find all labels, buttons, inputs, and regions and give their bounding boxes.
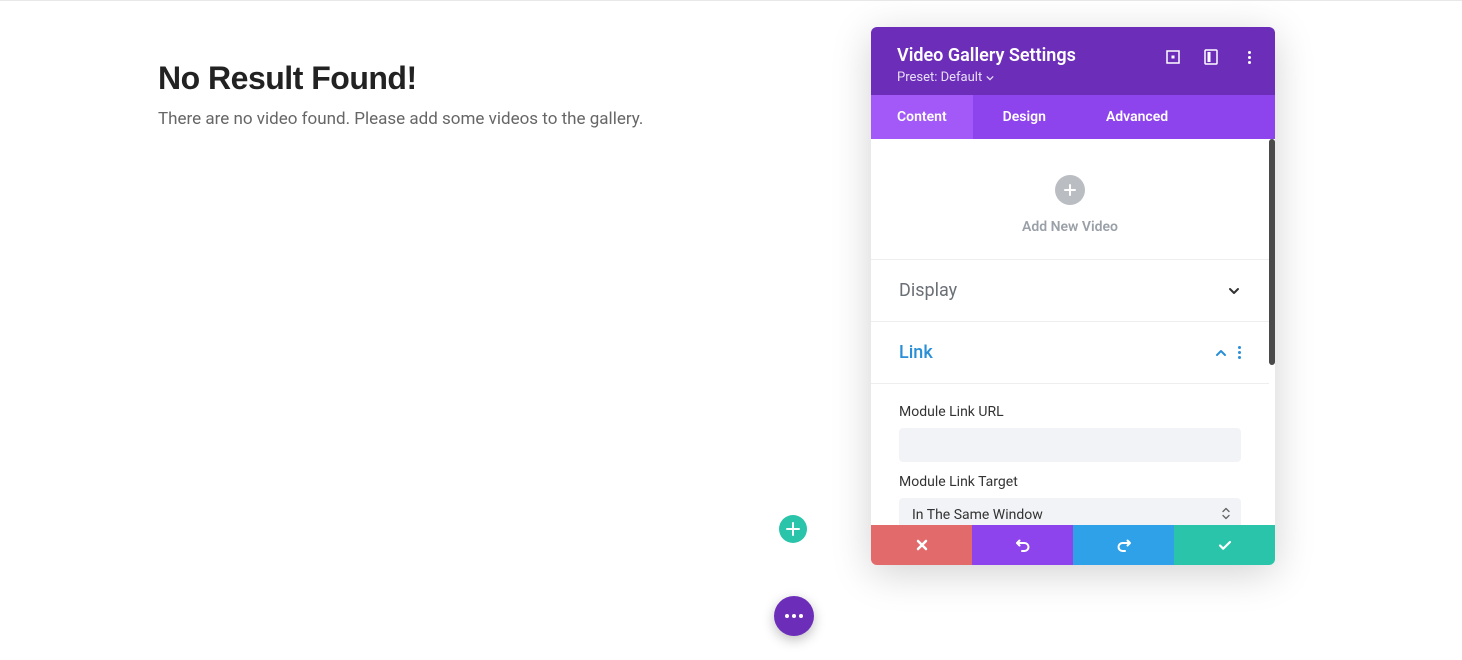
cancel-button[interactable] (871, 525, 972, 565)
preset-dropdown[interactable]: Preset: Default (897, 70, 994, 85)
module-link-target-select[interactable]: In The Same Window (899, 498, 1241, 525)
save-button[interactable] (1174, 525, 1275, 565)
redo-button[interactable] (1073, 525, 1174, 565)
chevron-up-icon (1214, 346, 1228, 360)
module-link-url-label: Module Link URL (899, 404, 1241, 420)
tab-design[interactable]: Design (973, 95, 1076, 139)
section-display-title: Display (899, 280, 957, 301)
module-link-target-label: Module Link Target (899, 474, 1241, 490)
kebab-menu-icon[interactable] (1241, 49, 1257, 65)
panel-footer (871, 525, 1275, 565)
close-icon (915, 538, 929, 552)
section-link-title: Link (899, 342, 933, 363)
page-canvas: No Result Found! There are no video foun… (158, 60, 858, 129)
plus-icon (1063, 183, 1077, 197)
undo-icon (1015, 537, 1031, 553)
chevron-down-icon (1227, 284, 1241, 298)
panel-header: Video Gallery Settings Preset: Default (871, 27, 1275, 95)
section-link-content: Module Link URL Module Link Target In Th… (871, 384, 1269, 525)
responsive-icon[interactable] (1203, 49, 1219, 65)
no-result-title: No Result Found! (158, 60, 858, 97)
no-result-subtitle: There are no video found. Please add som… (158, 109, 858, 129)
tab-advanced[interactable]: Advanced (1076, 95, 1194, 139)
expand-icon[interactable] (1165, 49, 1181, 65)
undo-button[interactable] (972, 525, 1073, 565)
plus-icon (786, 522, 800, 536)
panel-tabs: Content Design Advanced (871, 95, 1275, 139)
panel-body: Add New Video Display Link Module Link U… (871, 139, 1275, 525)
module-link-url-input[interactable] (899, 428, 1241, 462)
top-border (0, 0, 1462, 1)
ellipsis-icon (785, 614, 803, 618)
section-display[interactable]: Display (871, 260, 1269, 322)
tab-content[interactable]: Content (871, 95, 973, 139)
more-actions-fab[interactable] (774, 596, 814, 636)
scrollbar[interactable] (1269, 139, 1275, 365)
check-icon (1217, 537, 1233, 553)
add-video-button[interactable] (1055, 175, 1085, 205)
add-video-block: Add New Video (871, 139, 1269, 260)
preset-label: Preset: Default (897, 70, 982, 85)
module-link-target-select-wrap: In The Same Window (899, 498, 1241, 525)
add-video-label: Add New Video (871, 219, 1269, 235)
settings-panel: Video Gallery Settings Preset: Default C… (871, 27, 1275, 565)
panel-header-actions (1165, 49, 1257, 65)
add-module-fab[interactable] (779, 515, 807, 543)
section-link-kebab-icon[interactable] (1238, 346, 1241, 359)
redo-icon (1116, 537, 1132, 553)
section-link[interactable]: Link (871, 322, 1269, 384)
panel-scroll[interactable]: Add New Video Display Link Module Link U… (871, 139, 1269, 525)
chevron-down-icon (986, 74, 994, 82)
module-link-target-value: In The Same Window (912, 507, 1043, 523)
